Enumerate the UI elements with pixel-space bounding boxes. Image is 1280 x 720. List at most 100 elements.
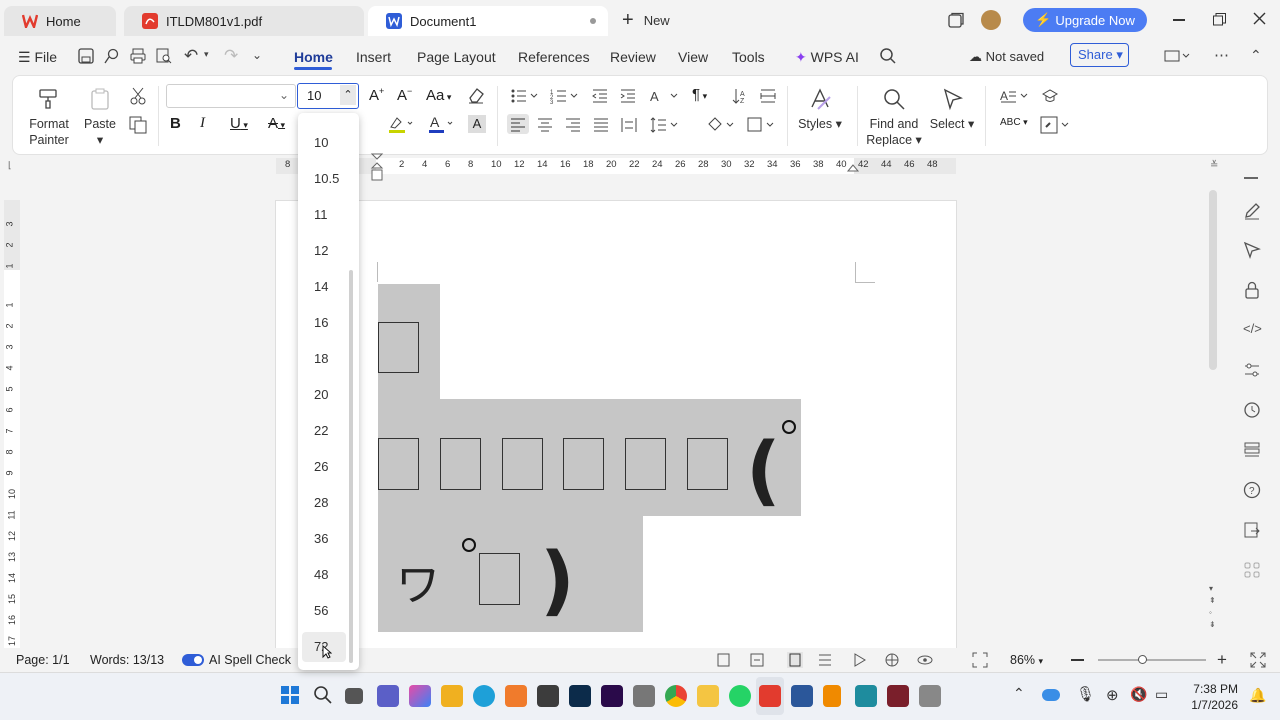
clock[interactable]: 7:38 PM 1/7/2026	[1186, 681, 1238, 713]
highlight-color-icon[interactable]	[388, 115, 414, 133]
missing-glyph-box[interactable]	[440, 438, 481, 490]
avatar[interactable]	[981, 10, 1001, 30]
strikethrough-icon[interactable]: A ▾	[268, 115, 285, 132]
font-size-option[interactable]: 56	[302, 596, 346, 626]
tab-stop-icon[interactable]: ⌊	[8, 160, 12, 171]
font-size-option[interactable]: 12	[302, 236, 346, 266]
font-name-field[interactable]: ⌄	[166, 84, 296, 108]
tab-insert[interactable]: Insert	[356, 47, 391, 67]
app-icon[interactable]	[505, 685, 527, 707]
code-icon[interactable]: </>	[1243, 321, 1262, 336]
font-size-option[interactable]: 28	[302, 488, 346, 518]
clear-format-icon[interactable]	[467, 86, 485, 104]
scroll-arrows-icon[interactable]: ▾ ⇞ ◦ ⇟	[1209, 583, 1216, 631]
numbered-list-icon[interactable]: 123	[550, 88, 580, 104]
select-button[interactable]: Select ▾	[928, 116, 976, 132]
cut-icon[interactable]	[129, 87, 147, 105]
spell-check-toggle[interactable]	[182, 654, 204, 666]
increase-font-icon[interactable]: A+	[369, 86, 384, 104]
word-icon[interactable]	[791, 685, 813, 707]
right-indent-marker-icon[interactable]	[846, 163, 860, 177]
save-icon[interactable]	[78, 48, 94, 64]
font-size-option[interactable]: 10	[302, 128, 346, 158]
bullet-list-icon[interactable]	[510, 88, 540, 104]
line-spacing-icon[interactable]	[650, 116, 680, 134]
edge-icon[interactable]	[473, 685, 495, 707]
missing-glyph-box[interactable]	[502, 438, 543, 490]
pointer-icon[interactable]	[1243, 241, 1261, 259]
format-painter-button[interactable]: Format Painter	[24, 116, 74, 148]
app-icon[interactable]	[919, 685, 941, 707]
undo-dropdown-icon[interactable]: ▾	[204, 49, 209, 60]
chrome-icon[interactable]	[665, 685, 687, 707]
chevron-down-icon[interactable]: ⌄	[279, 88, 289, 102]
premiere-icon[interactable]	[601, 685, 623, 707]
find-replace-button[interactable]: Find and Replace ▾	[866, 116, 922, 148]
collapse-ribbon-icon[interactable]: ⌃	[1250, 47, 1262, 64]
font-size-option[interactable]: 11	[302, 200, 346, 230]
task-view-icon[interactable]	[345, 688, 363, 704]
teams-icon[interactable]	[377, 685, 399, 707]
vlc-icon[interactable]	[823, 685, 841, 707]
file-menu[interactable]: ☰ File	[18, 47, 57, 67]
app-icon[interactable]	[633, 685, 655, 707]
wps-office-icon[interactable]	[759, 685, 781, 707]
onedrive-icon[interactable]	[1042, 689, 1060, 701]
search-icon[interactable]	[879, 47, 897, 65]
missing-glyph-box[interactable]	[378, 322, 419, 373]
photoshop-icon[interactable]	[569, 685, 591, 707]
missing-glyph-box[interactable]	[625, 438, 666, 490]
page-count[interactable]: Page: 1/1	[16, 653, 70, 667]
not-saved-status[interactable]: ☁ Not saved	[969, 47, 1044, 67]
zoom-level[interactable]: 86% ▾	[1010, 653, 1043, 667]
shading-icon[interactable]	[706, 116, 736, 134]
tab-view[interactable]: View	[678, 47, 708, 67]
font-size-dropdown[interactable]: 10 10.5 11 12 14 16 18 20 22 26 28 36 48 56 72	[298, 113, 359, 670]
zoom-in-icon[interactable]: +	[1217, 650, 1227, 670]
missing-glyph-box[interactable]	[479, 553, 520, 605]
font-size-option[interactable]: 16	[302, 308, 346, 338]
degree-mark[interactable]	[782, 420, 796, 434]
volume-muted-icon[interactable]: 🔇	[1130, 686, 1147, 703]
justify-icon[interactable]	[593, 117, 609, 133]
tab-references[interactable]: References	[518, 47, 590, 67]
history-icon[interactable]	[1243, 401, 1261, 419]
tab-tools[interactable]: Tools	[732, 47, 765, 67]
font-size-option[interactable]: 36	[302, 524, 346, 554]
character-shading-icon[interactable]: A	[468, 115, 486, 133]
zoom-slider[interactable]	[1098, 659, 1206, 661]
minimize-icon[interactable]	[1173, 19, 1185, 21]
vertical-scrollbar-thumb[interactable]	[1209, 190, 1217, 370]
borders-icon[interactable]	[746, 116, 776, 134]
open-paren-glyph[interactable]: (	[746, 430, 781, 510]
indent-marker-icon[interactable]	[370, 153, 384, 183]
redo-icon[interactable]: ↷	[224, 46, 238, 66]
text-direction-icon[interactable]: A	[650, 88, 680, 104]
font-color-icon[interactable]: A	[428, 114, 454, 134]
copilot-icon[interactable]	[409, 685, 431, 707]
export-icon[interactable]	[1243, 521, 1261, 539]
font-size-option[interactable]: 20	[302, 380, 346, 410]
bold-icon[interactable]: B	[170, 115, 181, 132]
missing-glyph-box[interactable]	[378, 438, 419, 490]
katakana-wa-glyph[interactable]: ワ	[396, 558, 440, 614]
share-button[interactable]: Share ▾	[1070, 43, 1129, 67]
degree-mark[interactable]	[462, 538, 476, 552]
new-tab-button[interactable]: + New	[622, 10, 670, 30]
print-icon[interactable]	[130, 48, 146, 64]
font-size-field[interactable]: 10 ⌃	[297, 83, 359, 109]
font-size-option[interactable]: 48	[302, 560, 346, 590]
spell-check-icon[interactable]: ABC ▾	[1000, 117, 1028, 128]
store-icon[interactable]	[441, 685, 463, 707]
tab-home[interactable]: Home	[4, 6, 116, 36]
restore-icon[interactable]	[1213, 13, 1226, 26]
italic-icon[interactable]: I	[200, 115, 205, 132]
upgrade-now-button[interactable]: ⚡ Upgrade Now	[1023, 8, 1147, 32]
word-count[interactable]: Words: 13/13	[90, 653, 164, 667]
decrease-indent-icon[interactable]	[592, 88, 608, 104]
align-right-icon[interactable]	[565, 117, 581, 133]
copy-icon[interactable]	[129, 116, 147, 134]
app-icon[interactable]	[855, 685, 877, 707]
distributed-align-icon[interactable]	[621, 117, 637, 133]
academic-cap-icon[interactable]	[1042, 88, 1058, 104]
